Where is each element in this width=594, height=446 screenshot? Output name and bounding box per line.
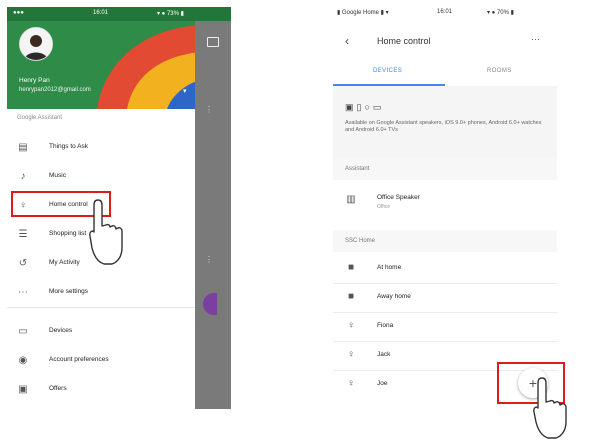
- menu-item-label: Things to Ask: [49, 143, 89, 150]
- avatar[interactable]: [19, 27, 53, 61]
- music-note-icon: ♪: [20, 171, 26, 182]
- list-item-label: Away home: [377, 293, 411, 300]
- menu-item-account-preferences[interactable]: ◉ Account preferences: [7, 348, 195, 374]
- avatar-image: [20, 28, 52, 60]
- more-vert-icon: ⋮: [205, 255, 213, 264]
- list-item-label: Joe: [377, 380, 388, 387]
- room-icon: ■: [347, 262, 355, 273]
- lightbulb-icon: ♀: [347, 349, 355, 360]
- list-item-fiona[interactable]: ♀ Fiona: [333, 312, 557, 340]
- section-assistant: Assistant: [345, 166, 370, 172]
- account-name: Henry Pan: [19, 77, 50, 84]
- menu-item-label: Music: [49, 172, 66, 179]
- back-icon[interactable]: ‹: [345, 34, 349, 48]
- chat-icon: ▤: [18, 142, 28, 153]
- menu-item-label: Account preferences: [49, 356, 109, 363]
- menu-item-music[interactable]: ♪ Music: [7, 164, 195, 190]
- section-home: SSC Home: [345, 238, 376, 244]
- divider: [333, 312, 557, 313]
- lightbulb-icon: ♀: [347, 378, 355, 389]
- more-options-icon[interactable]: ⋯: [531, 34, 540, 45]
- list-item-at-home[interactable]: ■ At home: [333, 254, 557, 282]
- info-text: Available on Google Assistant speakers, …: [345, 120, 542, 133]
- divider: [333, 341, 557, 342]
- menu-item-devices[interactable]: ▭ Devices: [7, 319, 195, 345]
- menu-item-label: Devices: [49, 327, 73, 334]
- status-time: 16:01: [93, 10, 109, 16]
- tab-devices[interactable]: DEVICES: [373, 68, 402, 74]
- device-types-icon: ▣▯○▭: [345, 102, 385, 112]
- device-label: Office Speaker: [377, 194, 420, 201]
- menu-item-label: Offers: [49, 385, 67, 392]
- status-battery: ▾ ● 73% ▮: [157, 11, 184, 17]
- list-item-away-home[interactable]: ■ Away home: [333, 283, 557, 311]
- status-battery: ▾ ● 70% ▮: [487, 10, 514, 16]
- more-vert-icon: ⋮: [205, 105, 213, 114]
- list-icon: ☰: [18, 229, 28, 240]
- background-app-strip: [195, 21, 231, 409]
- offers-icon: ▣: [18, 384, 28, 395]
- device-room: Office: [377, 204, 390, 210]
- menu-item-label: My Activity: [49, 259, 80, 266]
- cast-icon: [207, 37, 219, 47]
- divider: [7, 307, 195, 308]
- divider: [333, 283, 557, 284]
- menu-item-label: More settings: [49, 288, 89, 295]
- menu-item-more-settings[interactable]: ⋯ More settings: [7, 280, 195, 306]
- menu-item-label: Shopping list: [49, 230, 87, 237]
- account-icon: ◉: [18, 355, 28, 366]
- menu-item-things-to-ask[interactable]: ▤ Things to Ask: [7, 135, 195, 161]
- menu-item-offers[interactable]: ▣ Offers: [7, 377, 195, 403]
- history-icon: ↺: [18, 258, 28, 269]
- account-email: henrypan2012@gmail.com: [19, 87, 91, 93]
- status-bar: ●●● 16:01 ▾ ● 73% ▮: [7, 7, 231, 21]
- status-bar: ▮ Google Home ▮ ▾ 16:01 ▾ ● 70% ▮: [333, 6, 557, 20]
- devices-icon: ▭: [18, 326, 28, 337]
- list-item-label: At home: [377, 264, 402, 271]
- lightbulb-icon: ♀: [347, 320, 355, 331]
- status-carrier: ▮ Google Home ▮ ▾: [337, 10, 389, 16]
- list-item-office-speaker[interactable]: ▥ Office Speaker Office: [333, 186, 557, 220]
- speaker-icon: ▥: [346, 194, 356, 205]
- more-horiz-icon: ⋯: [18, 287, 28, 298]
- right-phone-screen: ▮ Google Home ▮ ▾ 16:01 ▾ ● 70% ▮ ‹ Home…: [333, 6, 557, 408]
- list-item-label: Jack: [377, 351, 391, 358]
- page-title: Home control: [377, 36, 431, 46]
- account-switch-icon[interactable]: ▾: [183, 87, 187, 95]
- list-item-label: Fiona: [377, 322, 394, 329]
- room-icon: ■: [347, 291, 355, 302]
- status-time: 16:01: [437, 9, 453, 15]
- section-title: Google Assistant: [17, 115, 63, 121]
- status-signal: ●●●: [13, 10, 24, 16]
- hand-pointer-icon: [533, 377, 567, 439]
- tab-rooms[interactable]: ROOMS: [487, 68, 512, 74]
- hand-pointer-icon: [89, 199, 123, 265]
- tab-bar: DEVICES ROOMS: [333, 58, 557, 87]
